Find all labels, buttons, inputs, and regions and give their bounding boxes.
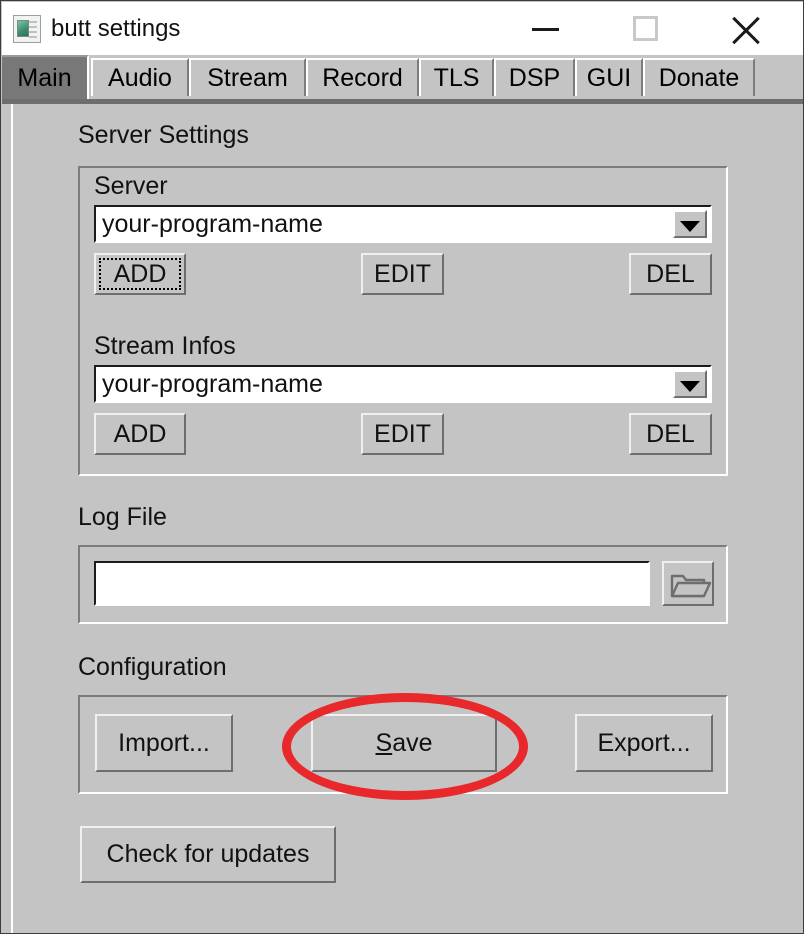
- tab-gui[interactable]: GUI: [575, 58, 643, 96]
- main-tab-panel: Server Settings Server your-program-name…: [2, 104, 803, 933]
- app-window-icon: [13, 15, 41, 43]
- check-for-updates-button[interactable]: Check for updates: [80, 826, 336, 883]
- chevron-down-icon[interactable]: [673, 210, 707, 238]
- tab-bar: Main Audio Stream Record TLS DSP GUI Don…: [2, 55, 803, 99]
- app-icon-line: [29, 21, 37, 23]
- app-icon-line: [29, 36, 37, 38]
- tab-tls[interactable]: TLS: [419, 58, 494, 96]
- tab-record[interactable]: Record: [306, 58, 419, 96]
- folder-open-icon: [670, 574, 712, 598]
- import-button[interactable]: Import...: [95, 714, 233, 772]
- configuration-label: Configuration: [78, 653, 227, 681]
- tab-main[interactable]: Main: [2, 55, 89, 99]
- panel-left-edge: [11, 104, 13, 933]
- close-button[interactable]: [715, 3, 777, 54]
- log-file-label: Log File: [78, 503, 167, 531]
- minimize-icon: [532, 28, 559, 31]
- server-label: Server: [94, 172, 168, 200]
- maximize-icon: [633, 16, 658, 41]
- stream-infos-edit-button[interactable]: EDIT: [361, 413, 444, 455]
- stream-infos-combo-value: your-program-name: [102, 370, 323, 398]
- stream-infos-add-button[interactable]: ADD: [94, 413, 186, 455]
- server-add-button[interactable]: ADD: [94, 253, 186, 295]
- stream-infos-label: Stream Infos: [94, 332, 236, 360]
- tab-stream[interactable]: Stream: [189, 58, 306, 96]
- server-combo[interactable]: your-program-name: [94, 205, 712, 243]
- export-button[interactable]: Export...: [575, 714, 713, 772]
- title-bar: butt settings: [2, 2, 803, 55]
- tab-audio[interactable]: Audio: [91, 58, 189, 96]
- app-icon-line: [29, 26, 37, 28]
- window-title: butt settings: [51, 15, 181, 42]
- stream-infos-combo[interactable]: your-program-name: [94, 365, 712, 403]
- focus-ring: [99, 258, 181, 290]
- server-edit-button[interactable]: EDIT: [361, 253, 444, 295]
- tab-donate[interactable]: Donate: [643, 58, 755, 96]
- maximize-button[interactable]: [615, 3, 677, 54]
- app-icon-pane: [17, 20, 29, 37]
- tab-dsp[interactable]: DSP: [494, 58, 575, 96]
- stream-infos-del-button[interactable]: DEL: [629, 413, 712, 455]
- chevron-down-icon[interactable]: [673, 370, 707, 398]
- save-button[interactable]: Save: [311, 714, 497, 772]
- close-icon: [729, 14, 762, 47]
- save-mnemonic-letter: S: [375, 729, 393, 757]
- log-file-path-input[interactable]: [94, 561, 650, 606]
- settings-window: butt settings Main Audio Stream Record T…: [0, 0, 804, 934]
- app-icon-line: [29, 31, 37, 33]
- server-combo-value: your-program-name: [102, 210, 323, 238]
- server-settings-label: Server Settings: [78, 121, 249, 149]
- save-label-rest: ave: [392, 729, 433, 757]
- log-file-browse-button[interactable]: [662, 561, 714, 606]
- server-del-button[interactable]: DEL: [629, 253, 712, 295]
- minimize-button[interactable]: [515, 3, 577, 54]
